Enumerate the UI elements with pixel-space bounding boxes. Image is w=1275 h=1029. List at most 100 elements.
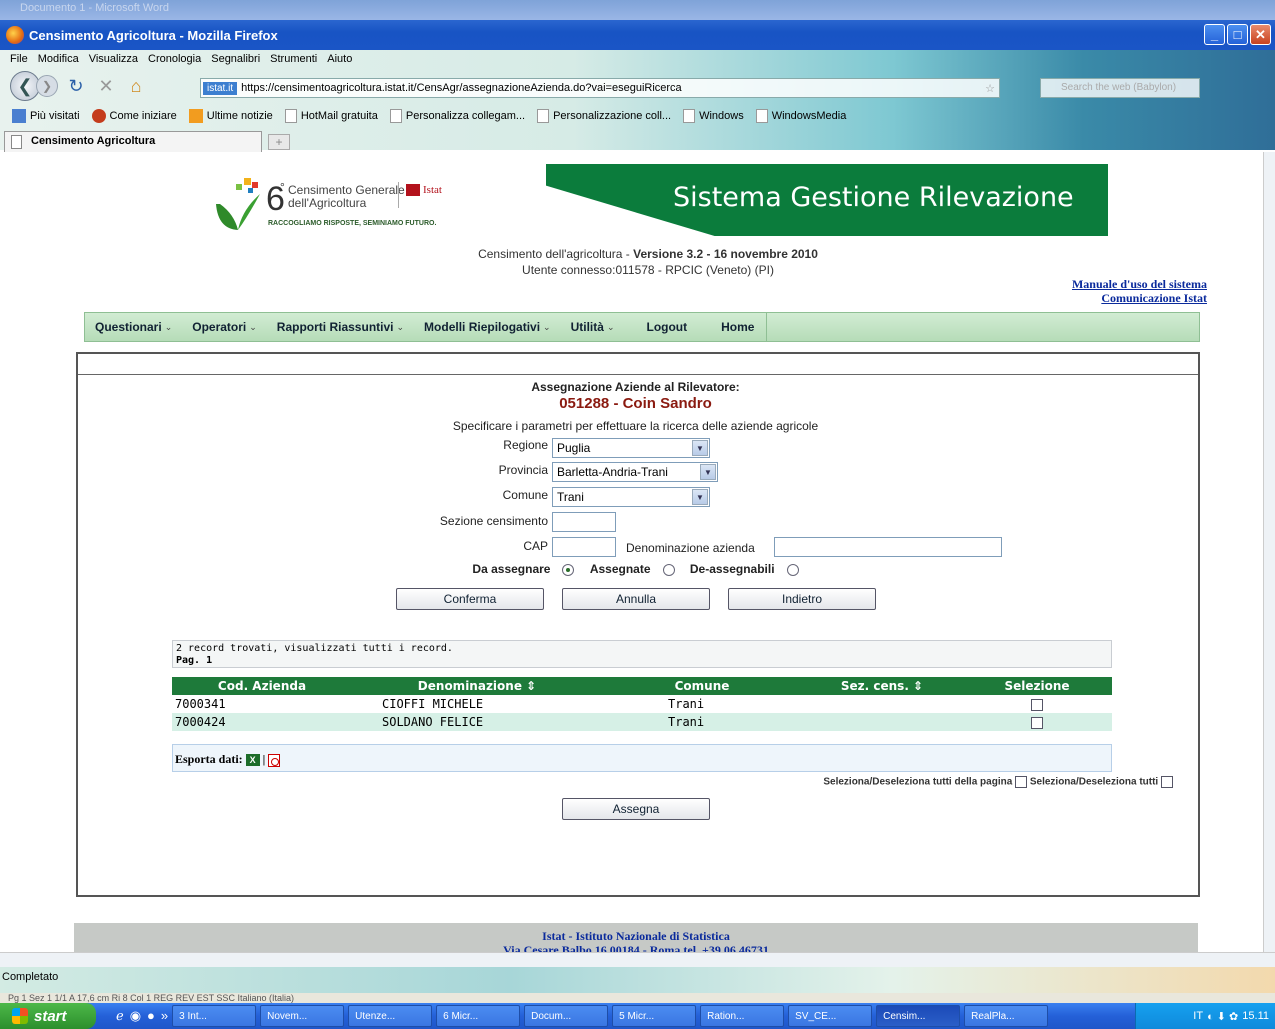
annulla-button[interactable]: Annulla xyxy=(562,588,710,610)
taskbar-item[interactable]: Utenze... xyxy=(348,1005,433,1027)
row-select-checkbox[interactable] xyxy=(1031,698,1043,711)
chevron-down-icon: ⌄ xyxy=(606,321,615,332)
status-text: Completato xyxy=(2,971,59,983)
firefox-icon[interactable]: ● xyxy=(147,1008,155,1024)
comune-select[interactable]: Trani ▼ xyxy=(552,487,710,507)
bookmark-come-iniziare[interactable]: Come iniziare xyxy=(91,109,177,123)
clock: 15.11 xyxy=(1242,1010,1269,1022)
more-icon[interactable]: » xyxy=(161,1008,168,1024)
tray-icons[interactable]: ◐ ⬇ ✿ xyxy=(1207,1010,1238,1023)
rss-icon xyxy=(188,109,203,123)
communication-link[interactable]: Comunicazione Istat xyxy=(1072,291,1207,305)
bookmark-ultime-notizie[interactable]: Ultime notizie xyxy=(188,109,273,123)
cell-cod: 7000341 xyxy=(172,695,352,713)
radio-da-assegnare[interactable] xyxy=(562,563,575,576)
windows-logo-icon xyxy=(12,1008,28,1024)
version-info: Censimento dell'agricoltura - Versione 3… xyxy=(408,246,888,278)
regione-select[interactable]: Puglia ▼ xyxy=(552,438,710,458)
nav-questionari[interactable]: Questionari ⌄ xyxy=(85,313,182,341)
col-sez-cens[interactable]: Sez. cens. ⇕ xyxy=(802,677,962,695)
cell-denominazione: CIOFFI MICHELE xyxy=(352,695,602,713)
col-denominazione[interactable]: Denominazione ⇕ xyxy=(352,677,602,695)
radio-assegnate[interactable] xyxy=(662,563,675,576)
star-icon[interactable]: ☆ xyxy=(985,82,999,95)
taskbar-item[interactable]: Docum... xyxy=(524,1005,609,1027)
address-bar[interactable]: istat.it https://censimentoagricoltura.i… xyxy=(200,78,1000,98)
taskbar-item[interactable]: SV_CE... xyxy=(788,1005,873,1027)
url-text[interactable]: https://censimentoagricoltura.istat.it/C… xyxy=(241,82,682,94)
site-identity-badge[interactable]: istat.it xyxy=(203,81,238,95)
taskbar-item[interactable]: Ration... xyxy=(700,1005,785,1027)
logo-divider xyxy=(398,182,399,208)
tab-censimento[interactable]: Censimento Agricoltura xyxy=(4,131,262,152)
menu-file[interactable]: File xyxy=(10,53,28,65)
provincia-select[interactable]: Barletta-Andria-Trani ▼ xyxy=(552,462,718,482)
header-links: Manuale d'uso del sistema Comunicazione … xyxy=(1072,277,1207,305)
pdf-export-icon[interactable] xyxy=(268,753,281,767)
radio-deassegnabili[interactable] xyxy=(786,563,799,576)
select-controls: Seleziona/Deseleziona tutti della pagina… xyxy=(823,776,1173,788)
home-icon[interactable]: ⌂ xyxy=(124,74,148,98)
taskbar-item[interactable]: Novem... xyxy=(260,1005,345,1027)
taskbar-item[interactable]: 3 Int... xyxy=(172,1005,257,1027)
close-button[interactable]: ✕ xyxy=(1250,24,1271,45)
indietro-button[interactable]: Indietro xyxy=(728,588,876,610)
bookmark-windowsmedia[interactable]: WindowsMedia xyxy=(755,109,846,123)
bookmark-personalizzazione[interactable]: Personalizzazione coll... xyxy=(537,109,671,123)
nav-modelli-riepilogativi[interactable]: Modelli Riepilogativi ⌄ xyxy=(414,313,561,341)
logo-degree: ° xyxy=(280,180,285,194)
excel-export-icon[interactable]: X xyxy=(245,754,260,767)
search-input[interactable]: Search the web (Babylon) xyxy=(1040,78,1200,98)
denominazione-input[interactable] xyxy=(774,537,1002,557)
forward-button[interactable]: ❯ xyxy=(36,75,58,97)
col-selezione: Selezione xyxy=(962,677,1112,695)
select-page-checkbox[interactable] xyxy=(1015,776,1028,788)
menu-strumenti[interactable]: Strumenti xyxy=(270,53,317,65)
firefox-bookmark-icon xyxy=(91,109,106,123)
bookmark-hotmail[interactable]: HotMail gratuita xyxy=(284,109,378,123)
system-tray: IT ◐ ⬇ ✿ 15.11 xyxy=(1135,1003,1275,1029)
page-icon xyxy=(683,109,696,123)
manual-link[interactable]: Manuale d'uso del sistema xyxy=(1072,277,1207,291)
assegna-button[interactable]: Assegna xyxy=(562,798,710,820)
start-button[interactable]: start xyxy=(0,1003,96,1029)
sezione-input[interactable] xyxy=(552,512,616,532)
reload-icon[interactable]: ↻ xyxy=(64,74,88,98)
new-tab-button[interactable]: + xyxy=(268,134,290,150)
stop-icon[interactable]: ✕ xyxy=(94,74,118,98)
cap-input[interactable] xyxy=(552,537,616,557)
nav-operatori[interactable]: Operatori ⌄ xyxy=(182,313,267,341)
vertical-scrollbar[interactable] xyxy=(1263,152,1275,952)
bookmark-piu-visitati[interactable]: Più visitati xyxy=(12,109,80,123)
horizontal-scrollbar[interactable] xyxy=(0,952,1275,967)
cap-label: CAP xyxy=(523,539,548,553)
row-select-checkbox[interactable] xyxy=(1031,716,1043,729)
minimize-button[interactable]: _ xyxy=(1204,24,1225,45)
bookmark-windows[interactable]: Windows xyxy=(683,109,744,123)
export-bar: Esporta dati: X | xyxy=(172,744,1112,772)
taskbar-item[interactable]: 5 Micr... xyxy=(612,1005,697,1027)
page-icon xyxy=(11,135,22,149)
maximize-button[interactable]: □ xyxy=(1227,24,1248,45)
nav-logout[interactable]: Logout xyxy=(624,313,709,341)
select-page-label: Seleziona/Deseleziona tutti della pagina xyxy=(823,776,1013,788)
browser-icon[interactable]: ◉ xyxy=(130,1008,141,1024)
banner-title: Sistema Gestione Rilevazione xyxy=(673,182,1074,213)
taskbar-item[interactable]: 6 Micr... xyxy=(436,1005,521,1027)
conferma-button[interactable]: Conferma xyxy=(396,588,544,610)
page-content: 6 ° Censimento Generale dell'Agricoltura… xyxy=(8,152,1263,952)
menu-aiuto[interactable]: Aiuto xyxy=(327,53,352,65)
language-indicator[interactable]: IT xyxy=(1193,1010,1203,1022)
taskbar-item[interactable]: RealPla... xyxy=(964,1005,1049,1027)
taskbar-item-active[interactable]: Censim... xyxy=(876,1005,961,1027)
menu-visualizza[interactable]: Visualizza xyxy=(89,53,138,65)
menu-modifica[interactable]: Modifica xyxy=(38,53,79,65)
nav-rapporti-riassuntivi[interactable]: Rapporti Riassuntivi ⌄ xyxy=(267,313,414,341)
ie-icon[interactable]: ℯ xyxy=(116,1008,124,1024)
select-all-checkbox[interactable] xyxy=(1161,776,1173,788)
bookmark-personalizza[interactable]: Personalizza collegam... xyxy=(389,109,525,123)
nav-utilita[interactable]: Utilità ⌄ xyxy=(561,313,625,341)
nav-home[interactable]: Home xyxy=(709,313,768,341)
menu-segnalibri[interactable]: Segnalibri xyxy=(211,53,260,65)
menu-cronologia[interactable]: Cronologia xyxy=(148,53,201,65)
